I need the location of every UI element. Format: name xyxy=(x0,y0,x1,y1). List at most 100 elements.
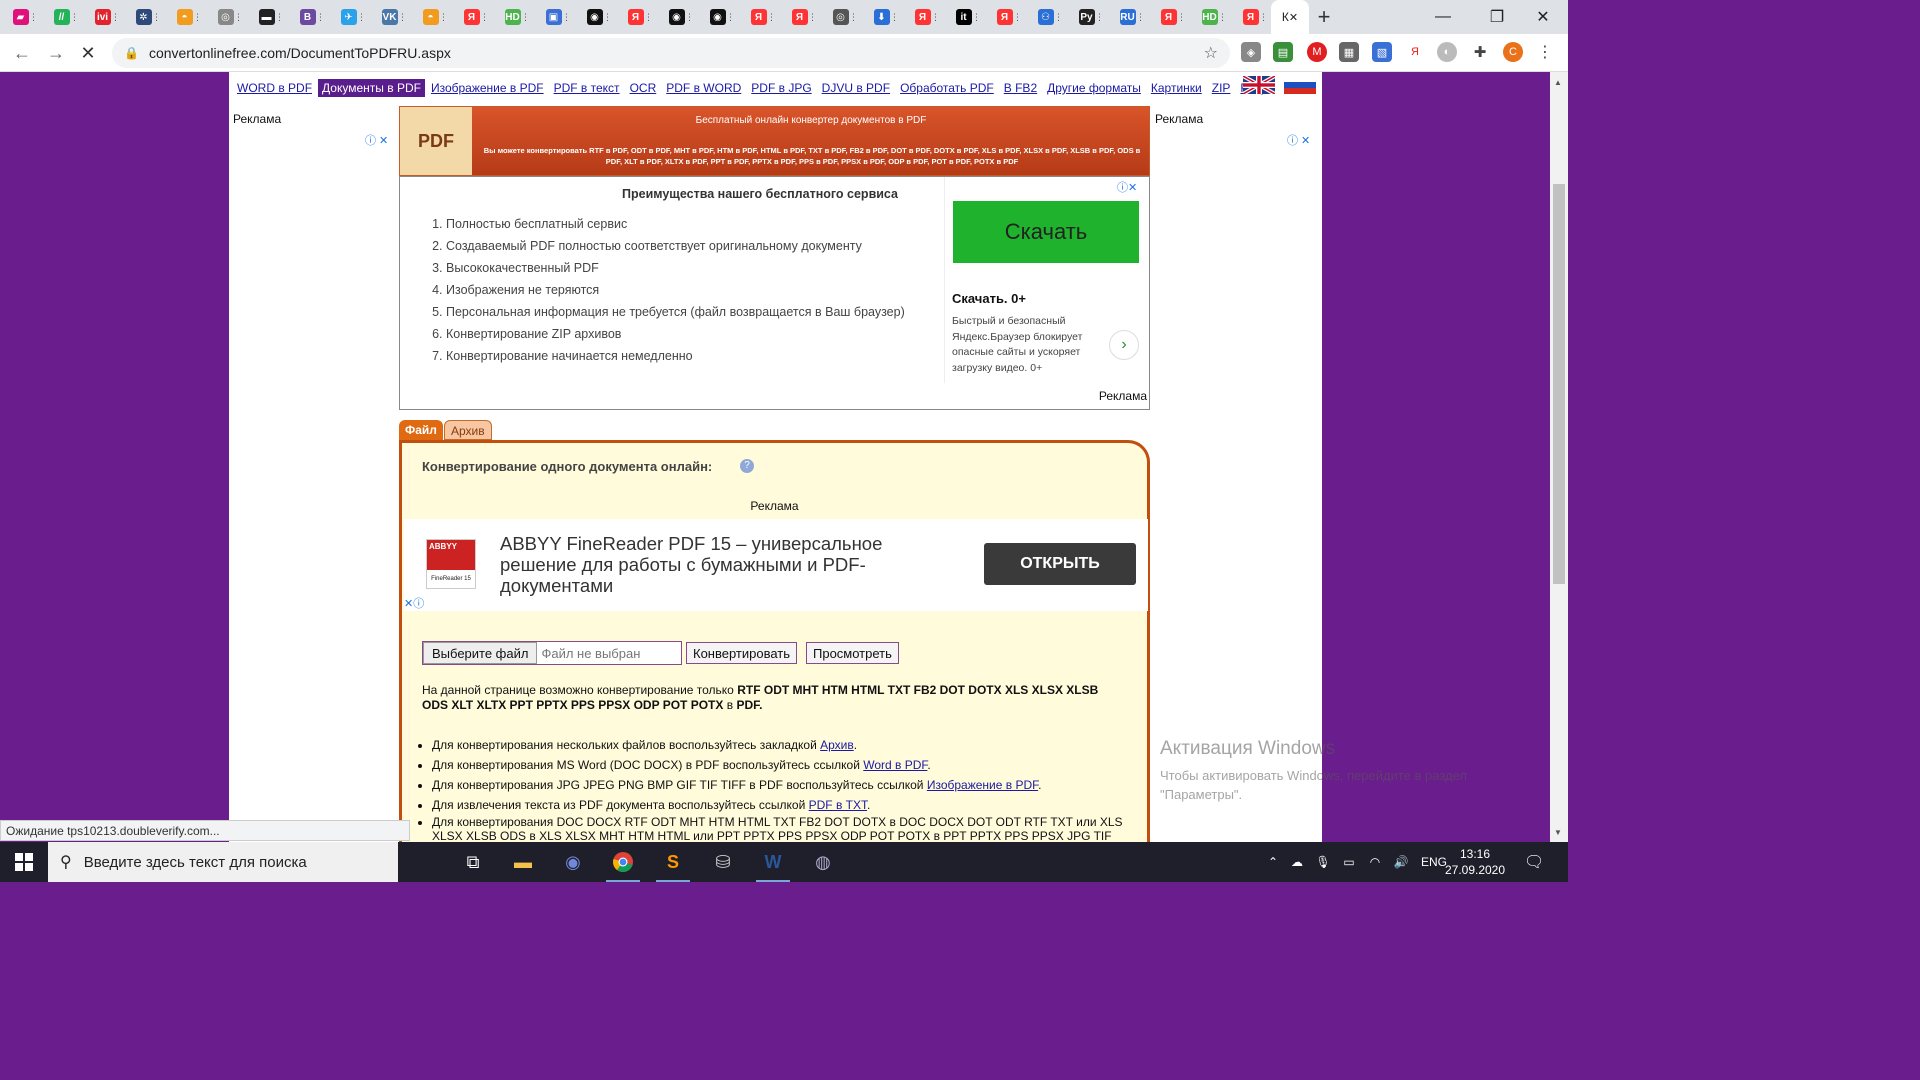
ad-close-info-icon[interactable]: ✕ⓘ xyxy=(404,595,424,611)
stop-loading-button[interactable]: ✕ xyxy=(72,37,104,69)
tab-16[interactable]: Я ⋮ xyxy=(615,0,656,34)
chevron-up-icon[interactable]: ⌃ xyxy=(1262,855,1284,869)
scroll-down-icon[interactable]: ▼ xyxy=(1554,828,1562,837)
discord-icon[interactable]: ◉ xyxy=(548,842,598,882)
choose-file-button[interactable]: Выберите файл xyxy=(423,642,538,664)
tab-19[interactable]: Я ⋮ xyxy=(738,0,779,34)
minimize-button[interactable]: — xyxy=(1418,0,1468,34)
help-bullet-link[interactable]: Изображение в PDF xyxy=(927,778,1038,792)
tab-5[interactable]: ◓ ⋮ xyxy=(164,0,205,34)
tab-27[interactable]: Py ⋮ xyxy=(1066,0,1107,34)
tab-active[interactable]: К ✕ xyxy=(1271,0,1309,34)
volume-icon[interactable]: 🔊 xyxy=(1388,855,1414,869)
clock[interactable]: 13:16 27.09.2020 xyxy=(1440,846,1510,878)
nav-link-10[interactable]: Другие форматы xyxy=(1043,79,1145,97)
tab-18[interactable]: ◉ ⋮ xyxy=(697,0,738,34)
nav-link-2[interactable]: Изображение в PDF xyxy=(427,79,548,97)
database-icon[interactable]: ⛁ xyxy=(698,842,748,882)
convert-button[interactable]: Конвертировать xyxy=(686,642,798,664)
russia-flag-icon[interactable] xyxy=(1284,76,1316,94)
extension-icon-3[interactable]: M xyxy=(1307,42,1327,62)
open-button[interactable]: ОТКРЫТЬ xyxy=(984,543,1136,585)
nav-link-4[interactable]: OCR xyxy=(626,79,661,97)
nav-link-6[interactable]: PDF в JPG xyxy=(747,79,815,97)
battery-icon[interactable]: ▭ xyxy=(1336,855,1362,869)
extension-icon-2[interactable]: ▤ xyxy=(1273,42,1293,62)
tab-20[interactable]: Я ⋮ xyxy=(779,0,820,34)
tab-29[interactable]: Я ⋮ xyxy=(1148,0,1189,34)
tab-10[interactable]: VK ⋮ xyxy=(369,0,410,34)
download-button[interactable]: Скачать xyxy=(953,201,1139,263)
microphone-icon[interactable]: 🎙 xyxy=(1310,855,1336,869)
tab-25[interactable]: Я ⋮ xyxy=(984,0,1025,34)
nav-link-12[interactable]: ZIP xyxy=(1208,79,1235,97)
tab-9[interactable]: ✈ ⋮ xyxy=(328,0,369,34)
tab-13[interactable]: HD ⋮ xyxy=(492,0,533,34)
yandex-extension-icon[interactable]: Я xyxy=(1405,42,1425,62)
tab-1[interactable]: ▰ ⋮ xyxy=(0,0,41,34)
tab-24[interactable]: it ⋮ xyxy=(943,0,984,34)
tab-12[interactable]: Я ⋮ xyxy=(451,0,492,34)
close-window-button[interactable]: ✕ xyxy=(1518,0,1568,34)
extensions-puzzle-icon[interactable]: ✚ xyxy=(1470,42,1490,62)
address-bar[interactable]: 🔒 convertonlinefree.com/DocumentToPDFRU.… xyxy=(112,38,1230,68)
notifications-icon[interactable]: 🗨 xyxy=(1524,842,1544,882)
task-view-icon[interactable]: ⧉ xyxy=(448,842,498,882)
close-tab-icon[interactable]: ✕ xyxy=(1289,11,1298,24)
nav-link-7[interactable]: DJVU в PDF xyxy=(818,79,894,97)
nav-link-1[interactable]: Документы в PDF xyxy=(318,79,425,97)
scroll-up-icon[interactable]: ▲ xyxy=(1554,78,1562,87)
profile-avatar[interactable]: С xyxy=(1503,42,1523,62)
nav-link-9[interactable]: В FB2 xyxy=(1000,79,1041,97)
extension-icon-1[interactable]: ◈ xyxy=(1241,42,1261,62)
tab-file[interactable]: Файл xyxy=(399,420,443,440)
bookmark-star-icon[interactable]: ☆ xyxy=(1204,43,1218,63)
nav-link-5[interactable]: PDF в WORD xyxy=(662,79,745,97)
scrollbar-thumb[interactable] xyxy=(1553,184,1565,584)
cinema4d-icon[interactable]: ◍ xyxy=(798,842,848,882)
ad-info-close-icon[interactable]: ⓘ ✕ xyxy=(365,132,388,148)
tab-14[interactable]: ▣ ⋮ xyxy=(533,0,574,34)
tab-22[interactable]: ⬇ ⋮ xyxy=(861,0,902,34)
cloud-icon[interactable]: ☁ xyxy=(1284,855,1310,869)
tab-11[interactable]: ◓ ⋮ xyxy=(410,0,451,34)
help-bullet-link[interactable]: Архив xyxy=(820,738,854,752)
tab-6[interactable]: ◎ ⋮ xyxy=(205,0,246,34)
tab-28[interactable]: RU ⋮ xyxy=(1107,0,1148,34)
ad-info-close-icon-right[interactable]: ⓘ ✕ xyxy=(1287,132,1310,148)
tab-31[interactable]: Я ⋮ xyxy=(1230,0,1271,34)
extension-icon-7[interactable]: ◐ xyxy=(1437,42,1457,62)
help-bullet-link[interactable]: PDF в TXT xyxy=(809,798,867,812)
browser-menu-icon[interactable]: ⋮ xyxy=(1535,42,1555,62)
tab-archive[interactable]: Архив xyxy=(444,420,492,440)
extension-icon-5[interactable]: ▧ xyxy=(1372,42,1392,62)
tab-8[interactable]: B ⋮ xyxy=(287,0,328,34)
yandex-ad-info-icon[interactable]: ⓘ✕ xyxy=(1117,179,1137,195)
nav-link-8[interactable]: Обработать PDF xyxy=(896,79,998,97)
yandex-browser-ad[interactable]: ⓘ✕ Скачать Скачать. 0+ Быстрый и безопас… xyxy=(944,177,1149,383)
file-input[interactable]: Выберите файл Файл не выбран xyxy=(422,641,682,665)
tab-21[interactable]: ◎ ⋮ xyxy=(820,0,861,34)
view-button[interactable]: Просмотреть xyxy=(806,642,899,664)
tab-2[interactable]: //⋮ xyxy=(41,0,82,34)
help-icon[interactable]: ? xyxy=(740,459,754,473)
chrome-icon[interactable] xyxy=(598,842,648,882)
tab-17[interactable]: ◉ ⋮ xyxy=(656,0,697,34)
start-button[interactable] xyxy=(0,842,48,882)
file-explorer-icon[interactable]: ▬ xyxy=(498,842,548,882)
sublime-text-icon[interactable]: S xyxy=(648,842,698,882)
wifi-icon[interactable]: ◠ xyxy=(1362,855,1388,869)
tab-4[interactable]: ✲ ⋮ xyxy=(123,0,164,34)
tab-23[interactable]: Я ⋮ xyxy=(902,0,943,34)
help-bullet-link[interactable]: Word в PDF xyxy=(863,758,927,772)
maximize-button[interactable]: ❐ xyxy=(1472,0,1522,34)
back-button[interactable]: ← xyxy=(6,37,38,69)
tab-26[interactable]: ⚇ ⋮ xyxy=(1025,0,1066,34)
page-scrollbar[interactable]: ▲ ▼ xyxy=(1550,72,1568,842)
nav-link-3[interactable]: PDF в текст xyxy=(550,79,624,97)
word-icon[interactable]: W xyxy=(748,842,798,882)
nav-link-11[interactable]: Картинки xyxy=(1147,79,1206,97)
tab-7[interactable]: ▬ ⋮ xyxy=(246,0,287,34)
tab-3[interactable]: ivi ⋮ xyxy=(82,0,123,34)
extension-icon-4[interactable]: ▦ xyxy=(1339,42,1359,62)
